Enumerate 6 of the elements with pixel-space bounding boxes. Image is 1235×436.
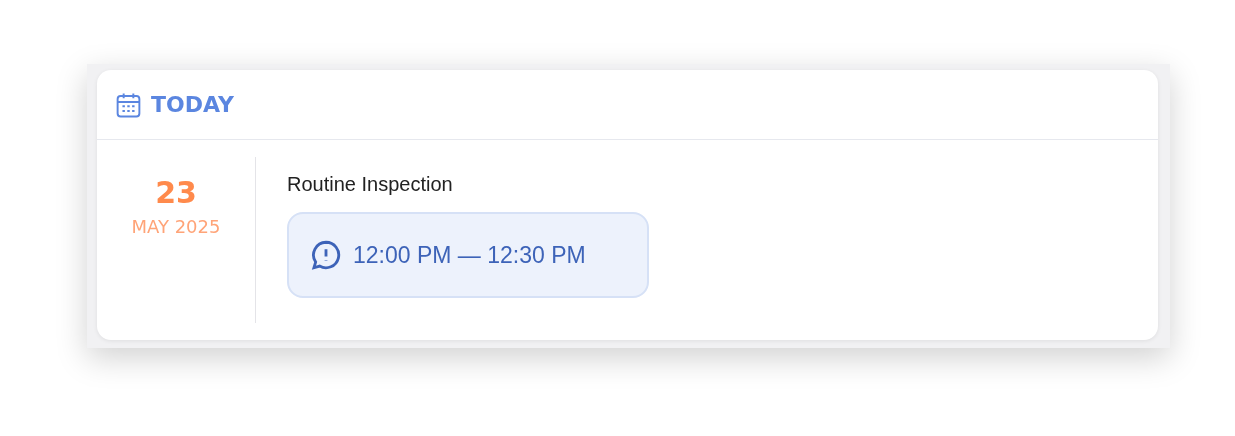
alert-message-icon xyxy=(309,238,343,272)
event-title: Routine Inspection xyxy=(287,173,454,196)
month-year: MAY 2025 xyxy=(131,216,221,237)
day-number: 23 xyxy=(155,175,197,210)
time-range: 12:00 PM — 12:30 PM xyxy=(353,241,586,269)
section-title: TODAY xyxy=(151,92,234,117)
